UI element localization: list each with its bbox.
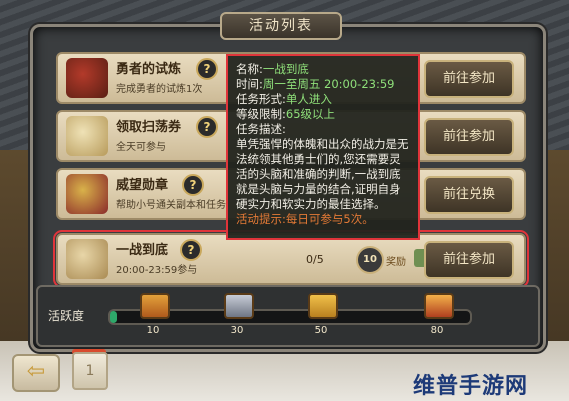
help-icon[interactable]: ? bbox=[180, 239, 202, 261]
activity-name: 威望勋章 bbox=[116, 178, 169, 193]
activity-name: 领取扫荡券 bbox=[116, 120, 182, 135]
help-icon[interactable]: ? bbox=[182, 174, 204, 196]
tooltip-form-key: 任务形式: bbox=[236, 92, 286, 106]
activity-points-label: 活跃度 bbox=[48, 309, 85, 323]
watermark: 维普手游网 bbox=[413, 374, 529, 399]
join-button[interactable]: 前往参加 bbox=[424, 118, 514, 156]
back-button[interactable]: ⇦ bbox=[12, 354, 60, 392]
back-arrow-icon: ⇦ bbox=[26, 359, 46, 384]
help-icon[interactable]: ? bbox=[196, 116, 218, 138]
tooltip-desc-body: 单凭强悍的体魄和出众的战力是无法统领其他勇士们的,您还需要灵活的头脑和准确的判断… bbox=[236, 137, 409, 211]
tooltip-level-line: 等级限制:65级以上 bbox=[236, 107, 410, 122]
chest-10-icon[interactable] bbox=[140, 293, 170, 319]
tooltip-name-key: 名称: bbox=[236, 62, 263, 76]
tooltip-tip: 活动提示:每日可参与5次。 bbox=[236, 212, 374, 226]
activity-points-badge: 10 bbox=[356, 246, 384, 274]
exchange-button[interactable]: 前往兑换 bbox=[424, 176, 514, 214]
scroll-icon bbox=[66, 116, 108, 156]
tooltip-level-value: 65级以上 bbox=[285, 107, 336, 121]
quill-scroll-icon bbox=[66, 239, 108, 279]
tooltip-time-line: 时间:周一至周五 20:00-23:59 bbox=[236, 77, 410, 92]
participation-count: 0/5 bbox=[306, 253, 324, 266]
panel-title: 活动列表 bbox=[220, 12, 342, 40]
activity-name: 一战到底 bbox=[116, 243, 169, 258]
activity-desc: 完成勇者的试炼1次 bbox=[116, 84, 203, 95]
activity-tooltip: 名称:一战到底 时间:周一至周五 20:00-23:59 任务形式:单人进入 等… bbox=[226, 54, 420, 240]
reward-label: 奖励 bbox=[386, 257, 406, 268]
activity-row-battle[interactable]: 一战到底 ? 20:00-23:59参与 0/5 10 奖励 前往参加 bbox=[53, 230, 529, 288]
activity-desc: 全天可参与 bbox=[116, 142, 166, 153]
tooltip-time-value: 周一至周五 20:00-23:59 bbox=[262, 77, 395, 91]
tooltip-time-key: 时间: bbox=[236, 77, 263, 91]
activity-progress-fill bbox=[110, 311, 118, 323]
activity-desc: 20:00-23:59参与 bbox=[116, 265, 198, 276]
join-button[interactable]: 前往参加 bbox=[424, 241, 514, 279]
tooltip-level-key: 等级限制: bbox=[236, 107, 286, 121]
page-tab-1[interactable]: 1 bbox=[72, 352, 108, 390]
chest-50-icon[interactable] bbox=[308, 293, 338, 319]
join-button[interactable]: 前往参加 bbox=[424, 60, 514, 98]
milestone-10: 10 bbox=[146, 325, 160, 336]
chest-80-icon[interactable] bbox=[424, 293, 454, 319]
warrior-icon bbox=[66, 58, 108, 98]
tooltip-form-value: 单人进入 bbox=[285, 92, 332, 106]
tooltip-form-line: 任务形式:单人进入 bbox=[236, 92, 410, 107]
crown-medal-icon bbox=[66, 174, 108, 214]
milestone-30: 30 bbox=[230, 325, 244, 336]
activity-name: 勇者的试炼 bbox=[116, 62, 182, 77]
tooltip-name-line: 名称:一战到底 bbox=[236, 62, 410, 77]
chest-30-icon[interactable] bbox=[224, 293, 254, 319]
tooltip-desc-key: 任务描述: bbox=[236, 122, 286, 136]
help-icon[interactable]: ? bbox=[196, 58, 218, 80]
tooltip-name-value: 一战到底 bbox=[262, 62, 309, 76]
activity-points-bar: 活跃度 10 30 50 80 bbox=[36, 285, 540, 347]
milestone-50: 50 bbox=[314, 325, 328, 336]
milestone-80: 80 bbox=[430, 325, 444, 336]
activity-desc: 帮助小号通关副本和任务 bbox=[116, 200, 226, 211]
